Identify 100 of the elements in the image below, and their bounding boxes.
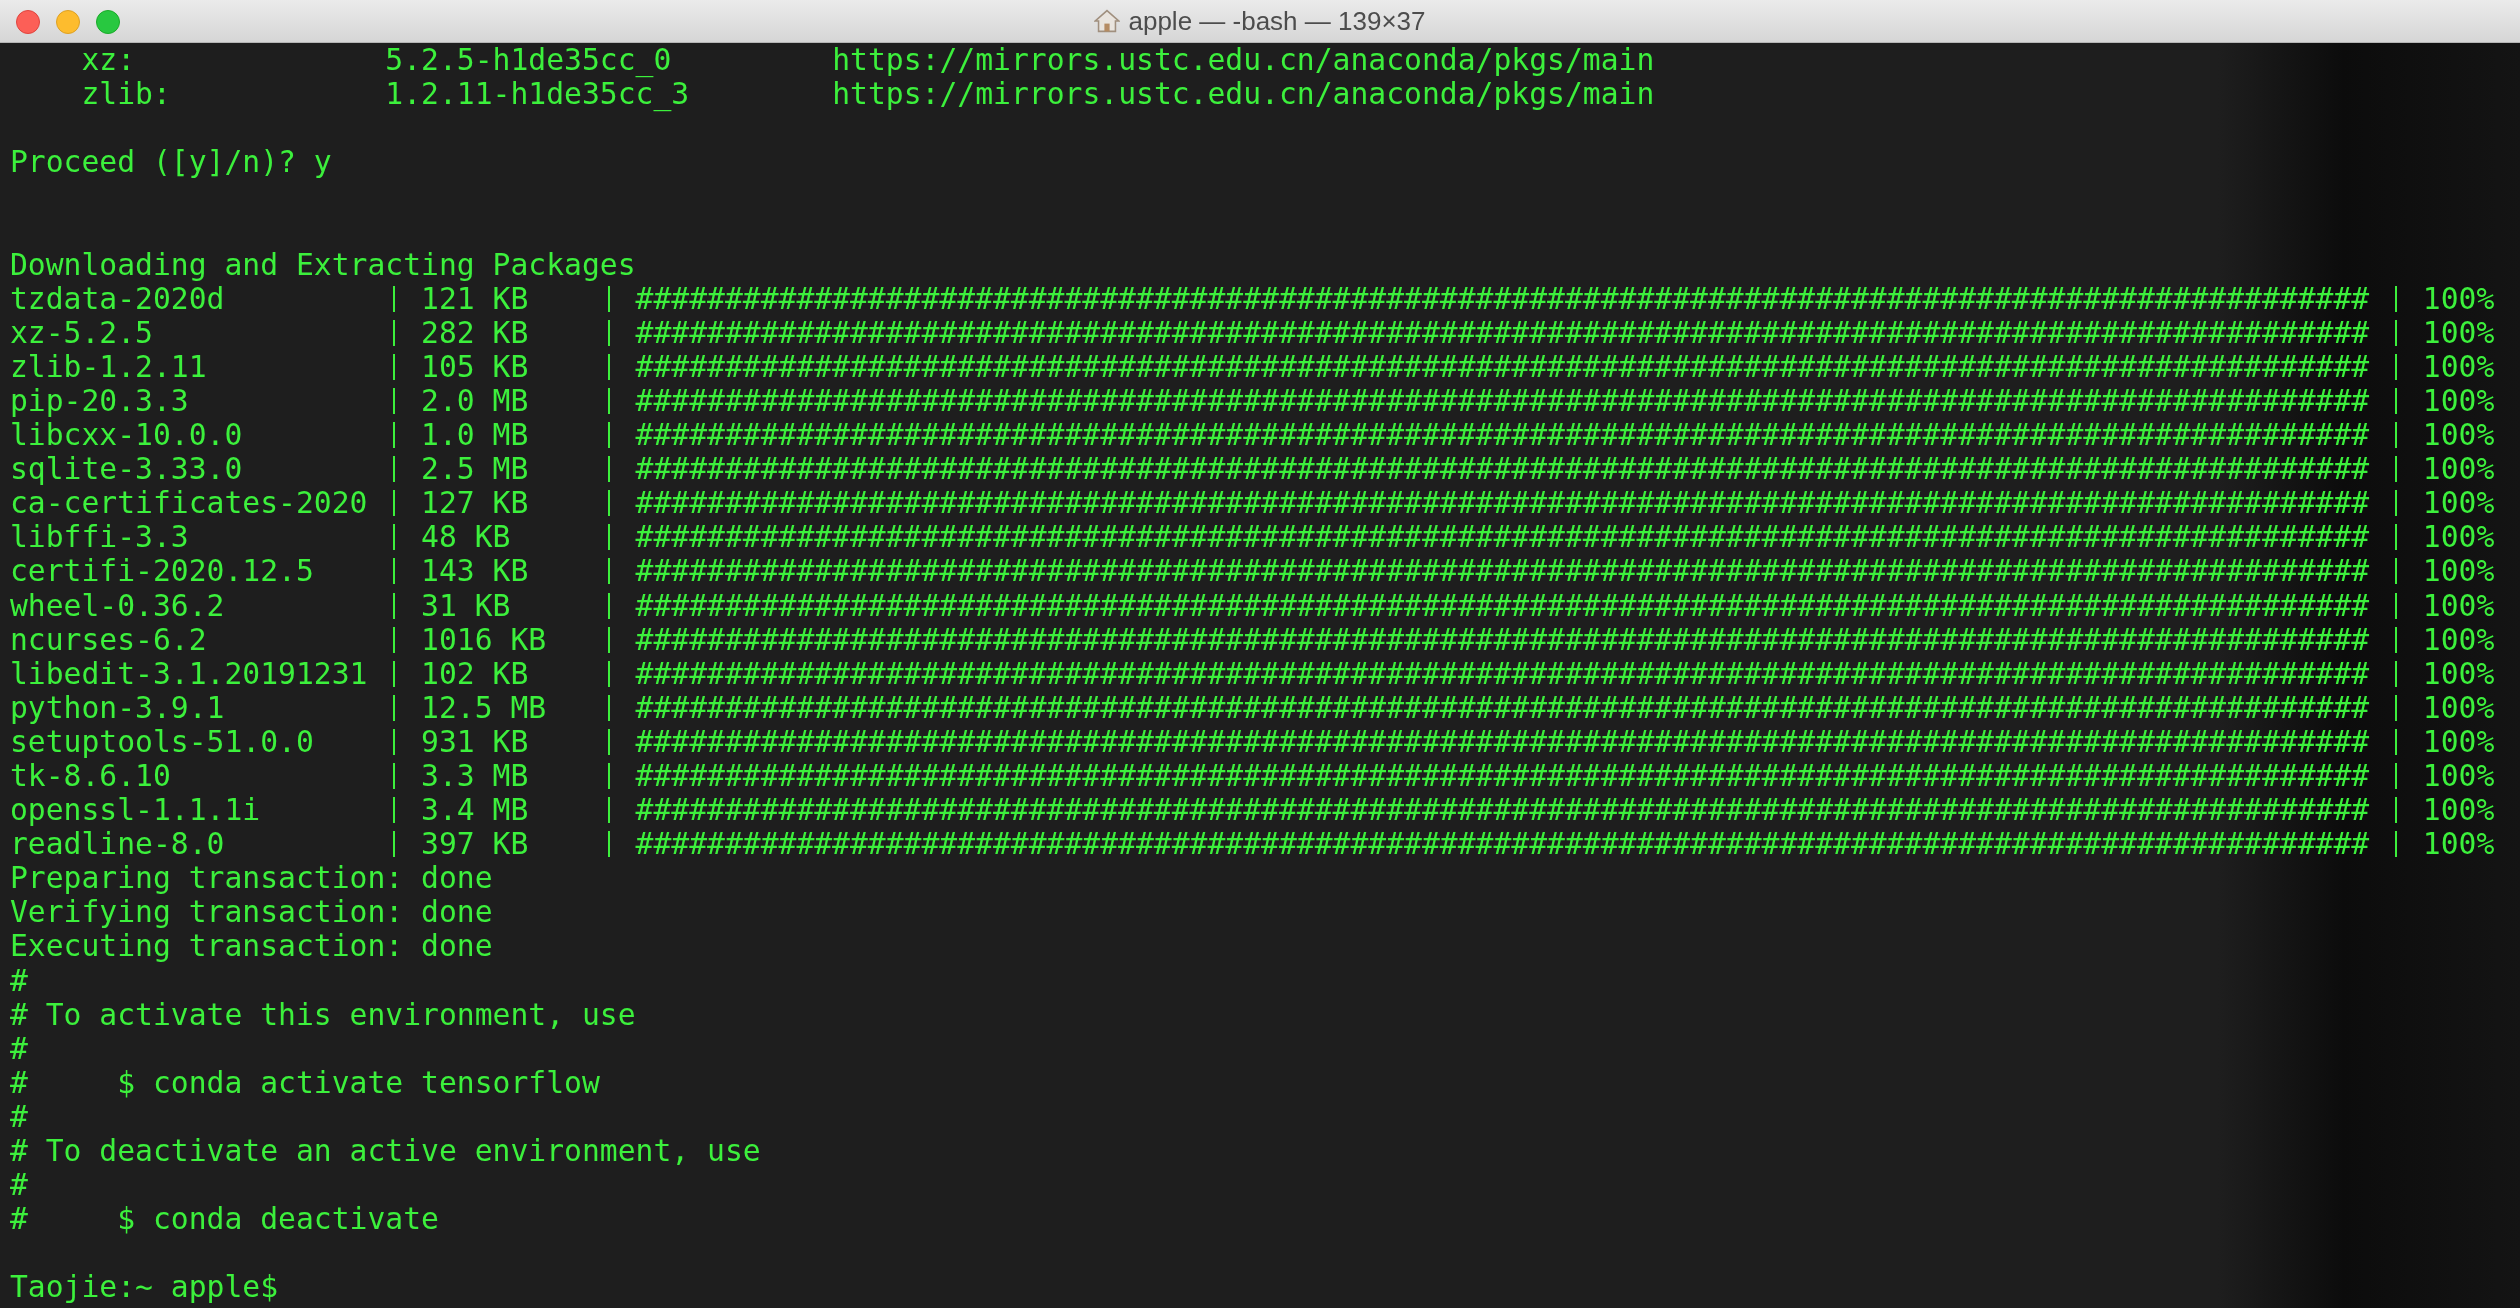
package-size: 931 KB — [421, 724, 530, 759]
separator-bar — [607, 558, 610, 585]
package-name: sqlite-3.33.0 — [10, 452, 244, 487]
package-size: 3.4 MB — [421, 793, 530, 828]
separator-bar — [607, 353, 610, 380]
package-name: libedit-3.1.20191231 — [10, 656, 369, 691]
zoom-button[interactable] — [96, 10, 120, 34]
package-name: tk-8.6.10 — [10, 758, 171, 794]
progress-hashes: ################################################################################################# — [635, 690, 2371, 725]
package-size: 121 KB — [421, 281, 529, 316]
percent: 100% — [2422, 520, 2496, 555]
package-size: 127 KB — [421, 486, 530, 521]
separator-bar — [393, 660, 396, 687]
separator-bar — [393, 797, 396, 824]
percent: 100% — [2422, 656, 2496, 691]
separator-bar — [2395, 728, 2398, 755]
separator-bar — [393, 558, 396, 585]
package-name: zlib-1.2.11 — [10, 349, 208, 384]
progress-hashes: ################################################################################################# — [635, 315, 2371, 350]
separator-bar — [2395, 558, 2398, 585]
terminal-line: # — [10, 1031, 28, 1066]
separator-bar — [2395, 626, 2398, 653]
progress-hashes: ################################################################################################# — [635, 349, 2371, 384]
percent: 100% — [2422, 724, 2496, 759]
terminal-line: Proceed ([y]/n)? y — [10, 145, 332, 180]
separator-bar — [393, 524, 396, 551]
separator-bar — [393, 319, 396, 346]
separator-bar — [607, 388, 610, 414]
percent: 100% — [2422, 588, 2496, 623]
separator-bar — [607, 728, 610, 755]
progress-hashes: ################################################################################################# — [635, 622, 2371, 657]
percent: 100% — [2422, 758, 2496, 794]
house-icon — [1094, 8, 1121, 34]
package-size: 397 KB — [421, 827, 530, 862]
separator-bar — [2395, 490, 2398, 517]
package-name: openssl-1.1.1i — [10, 793, 262, 828]
separator-bar — [607, 660, 610, 687]
package-name: wheel-0.36.2 — [10, 588, 226, 623]
separator-bar — [393, 456, 396, 483]
progress-hashes: ################################################################################################# — [635, 554, 2371, 589]
window-title: apple — -bash — 139×37 — [1128, 5, 1426, 37]
progress-hashes: ################################################################################################# — [635, 724, 2371, 759]
channel-url: https://mirrors.ustc.edu.cn/anaconda/pkgs/main — [832, 77, 1656, 112]
separator-bar — [393, 626, 396, 653]
separator-bar — [2395, 797, 2398, 824]
separator-bar — [393, 763, 396, 789]
progress-hashes: ################################################################################################# — [635, 758, 2371, 794]
separator-bar — [393, 831, 396, 858]
package-name: setuptools-51.0.0 — [10, 724, 315, 759]
package-size: 3.3 MB — [421, 758, 530, 794]
percent: 100% — [2422, 315, 2496, 350]
separator-bar — [393, 728, 396, 755]
separator-bar — [2395, 456, 2398, 483]
channel-url: https://mirrors.ustc.edu.cn/anaconda/pkgs/main — [832, 43, 1656, 78]
progress-hashes: ################################################################################################# — [635, 827, 2371, 862]
package-name: ncurses-6.2 — [10, 622, 208, 657]
terminal-line: # — [10, 1168, 28, 1203]
percent: 100% — [2422, 281, 2496, 316]
terminal-line: # — [10, 963, 28, 998]
separator-bar — [607, 763, 610, 789]
minimize-button[interactable] — [56, 10, 80, 34]
package-size: 1016 KB — [421, 622, 548, 657]
package-size: 143 KB — [421, 554, 530, 589]
package-name: xz-5.2.5 — [10, 315, 154, 350]
separator-bar — [607, 626, 610, 653]
separator-bar — [2395, 353, 2398, 380]
package-version: 1.2.11-h1de35cc_3 — [385, 77, 691, 112]
separator-bar — [607, 797, 610, 824]
percent: 100% — [2422, 486, 2496, 521]
separator-bar — [393, 285, 396, 312]
terminal-line: # To activate this environment, use — [10, 997, 636, 1032]
progress-hashes: ################################################################################################# — [635, 520, 2371, 555]
separator-bar — [393, 388, 396, 414]
separator-bar — [607, 490, 610, 517]
percent: 100% — [2422, 383, 2496, 419]
progress-hashes: ################################################################################################# — [635, 281, 2371, 316]
close-button[interactable] — [16, 10, 40, 34]
terminal-line: Downloading and Extracting Packages — [10, 247, 636, 282]
separator-bar — [607, 456, 610, 483]
separator-bar — [607, 831, 610, 858]
percent: 100% — [2422, 622, 2496, 657]
package-name: libffi-3.3 — [10, 520, 190, 555]
separator-bar — [2395, 388, 2398, 414]
progress-hashes: ################################################################################################# — [635, 793, 2371, 828]
separator-bar — [2395, 694, 2398, 721]
terminal-line: # To deactivate an active environment, use — [10, 1134, 761, 1169]
percent: 100% — [2422, 452, 2496, 487]
package-name: python-3.9.1 — [10, 690, 226, 725]
percent: 100% — [2422, 793, 2496, 828]
progress-hashes: ################################################################################################# — [635, 656, 2371, 691]
package-name: readline-8.0 — [10, 827, 226, 862]
package-name: libcxx-10.0.0 — [10, 418, 244, 453]
progress-hashes: ################################################################################################# — [635, 418, 2371, 453]
package-size: 31 KB — [421, 588, 512, 623]
package-name: xz: — [81, 43, 137, 78]
separator-bar — [393, 353, 396, 380]
package-size: 1.0 MB — [421, 418, 530, 453]
separator-bar — [607, 319, 610, 346]
package-version: 5.2.5-h1de35cc_0 — [385, 43, 673, 78]
package-size: 48 KB — [421, 520, 512, 555]
